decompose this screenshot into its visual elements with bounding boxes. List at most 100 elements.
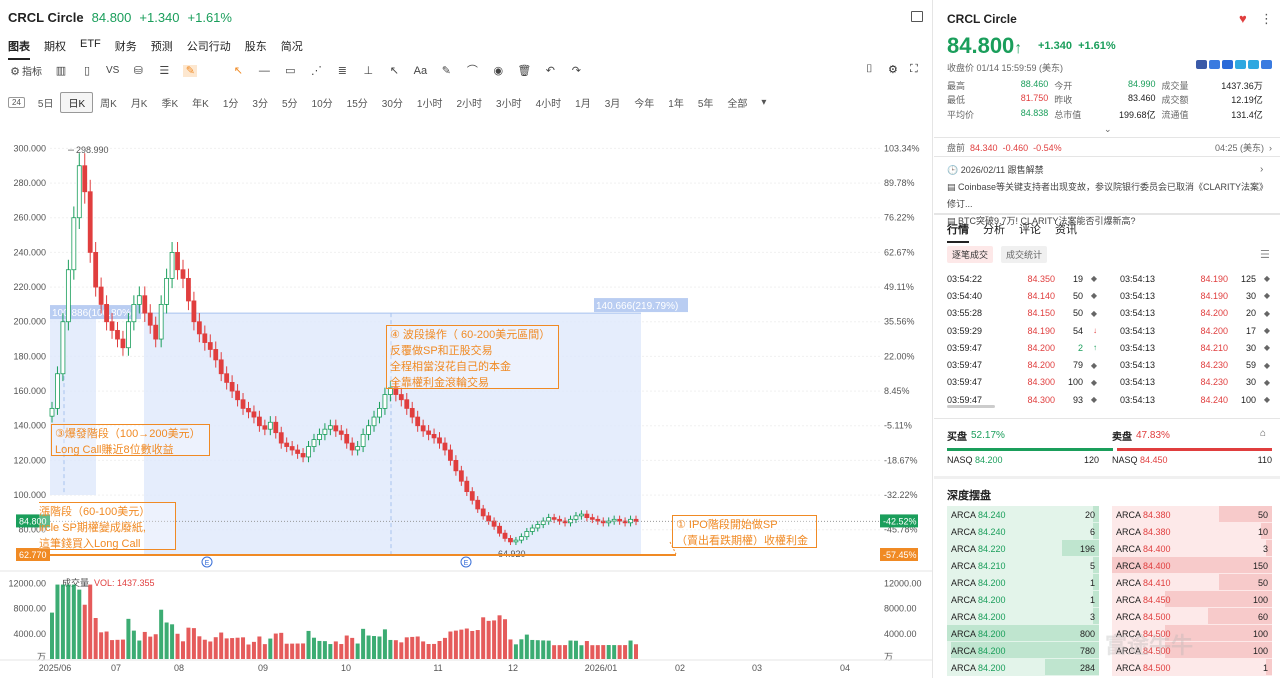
quote-tab-3[interactable]: 资讯 bbox=[1055, 221, 1077, 243]
period-2[interactable]: 周K bbox=[93, 93, 124, 112]
settings-icon[interactable]: ⚙ bbox=[888, 63, 898, 76]
line-type-icon[interactable]: ▯ bbox=[80, 65, 94, 77]
arrow-tool-icon[interactable]: ↖ bbox=[387, 65, 401, 77]
depth-row: ARCA 84.380 50 bbox=[1112, 506, 1272, 523]
volume-bar bbox=[355, 643, 360, 659]
news-item[interactable]: ▤ Coinbase等关键支持者出现变故，参议院银行委员会已取消《CLARITY… bbox=[947, 179, 1272, 213]
tab-6[interactable]: 股东 bbox=[245, 38, 267, 60]
period-1[interactable]: 日K bbox=[60, 92, 94, 113]
bank-icon[interactable]: ⌂ bbox=[1260, 428, 1266, 439]
period-12[interactable]: 1小时 bbox=[410, 93, 450, 112]
period-14[interactable]: 3小时 bbox=[489, 93, 529, 112]
tab-2[interactable]: ETF bbox=[80, 38, 101, 60]
period-11[interactable]: 30分 bbox=[375, 93, 410, 112]
quote-tab-0[interactable]: 行情 bbox=[947, 221, 969, 243]
watermark-logo: 富途牛牛 bbox=[1105, 633, 1194, 658]
wave-tool-icon[interactable]: ⋰ bbox=[309, 65, 323, 77]
trash-icon[interactable]: 🗑 bbox=[517, 65, 531, 77]
tab-tick-trades[interactable]: 逐笔成交 bbox=[947, 246, 994, 263]
annotation-box-2[interactable]: 漲階段（60-100美元） ircle SP期權變成廢紙, 這筆錢買入Long Ca… bbox=[39, 502, 176, 550]
period-5[interactable]: 年K bbox=[185, 93, 216, 112]
period-10[interactable]: 15分 bbox=[340, 93, 375, 112]
tab-5[interactable]: 公司行动 bbox=[187, 38, 231, 60]
brush-tool-icon[interactable]: ✎ bbox=[439, 65, 453, 77]
current-pct-label: -42.52% bbox=[883, 516, 917, 526]
period-13[interactable]: 2小时 bbox=[449, 93, 489, 112]
fullscreen-icon[interactable]: ⛶ bbox=[910, 63, 918, 76]
volume-bar bbox=[350, 637, 355, 659]
period-17[interactable]: 3月 bbox=[598, 93, 628, 112]
depth-row: ARCA 84.200 1 bbox=[947, 574, 1099, 591]
indicator-button[interactable]: ⚙ 指标 bbox=[8, 63, 42, 78]
heart-icon[interactable]: ♥ bbox=[1239, 11, 1247, 26]
candlestick-chart[interactable]: 300.000 103.34% 280.000 89.78% 260.000 76.22%… bbox=[0, 114, 933, 678]
tab-3[interactable]: 财务 bbox=[115, 38, 137, 60]
tab-4[interactable]: 预测 bbox=[151, 38, 173, 60]
candle bbox=[186, 268, 191, 311]
candle bbox=[175, 242, 180, 280]
neutral-diamond-icon: ◆ bbox=[1090, 360, 1097, 370]
annotation-box-3[interactable]: ③爆發階段（100→200美元） Long Call賺近8位數收益 bbox=[51, 424, 210, 456]
fib-tool-icon[interactable]: ≣ bbox=[335, 65, 349, 77]
redo-icon[interactable]: ↷ bbox=[569, 65, 583, 77]
rect-tool-icon[interactable]: ▭ bbox=[283, 65, 297, 77]
period-15[interactable]: 4小时 bbox=[529, 93, 569, 112]
compare-icon[interactable]: ⛁ bbox=[131, 65, 145, 77]
tab-0[interactable]: 图表 bbox=[8, 38, 30, 60]
news-item[interactable]: 🕒 2026/02/11 跟售解禁 bbox=[947, 162, 1272, 179]
period-8[interactable]: 5分 bbox=[275, 93, 305, 112]
period-21[interactable]: 全部 bbox=[720, 93, 754, 112]
period-6[interactable]: 1分 bbox=[216, 93, 246, 112]
volume-bar bbox=[170, 624, 175, 659]
tab-7[interactable]: 简况 bbox=[281, 38, 303, 60]
period-4[interactable]: 季K bbox=[154, 93, 185, 112]
expand-chevron-icon[interactable]: ⌄ bbox=[1104, 124, 1112, 135]
brush-icon[interactable]: ✎ bbox=[183, 64, 198, 77]
volume-bar bbox=[191, 628, 196, 659]
period-0[interactable]: 5日 bbox=[31, 93, 61, 112]
period-badge[interactable]: 24 bbox=[8, 97, 25, 108]
menu-icon[interactable]: ☰ bbox=[1260, 248, 1270, 261]
vs-button[interactable]: VS bbox=[106, 65, 119, 76]
candle bbox=[164, 268, 170, 314]
volume-bar bbox=[301, 643, 306, 659]
tick-scrollbar[interactable] bbox=[947, 405, 995, 408]
earnings-event-marker[interactable]: E bbox=[201, 556, 213, 568]
period-dropdown-icon[interactable]: ▾ bbox=[754, 95, 773, 110]
quote-tab-2[interactable]: 评论 bbox=[1019, 221, 1041, 243]
magnet-icon[interactable]: ⌒ bbox=[465, 65, 479, 77]
volume-bar bbox=[595, 645, 600, 659]
annotation-box-4[interactable]: ④ 波段操作（ 60-200美元區間） 反覆做SP和正股交易 全程相當沒花自己的本金… bbox=[386, 325, 559, 389]
measure-tool-icon[interactable]: ⊥ bbox=[361, 65, 375, 77]
cursor-icon[interactable]: ↖ bbox=[231, 65, 245, 77]
period-9[interactable]: 10分 bbox=[305, 93, 340, 112]
annotation-box-1[interactable]: ① IPO階段開始做SP （賣出看跌期權）收權利金 bbox=[672, 515, 817, 548]
news-chevron-icon[interactable]: › bbox=[1260, 164, 1263, 175]
undo-icon[interactable]: ↶ bbox=[543, 65, 557, 77]
period-7[interactable]: 3分 bbox=[245, 93, 275, 112]
text-tool-icon[interactable]: Aa bbox=[413, 65, 427, 77]
period-16[interactable]: 1月 bbox=[568, 93, 598, 112]
period-19[interactable]: 1年 bbox=[661, 93, 691, 112]
eye-icon[interactable]: ◉ bbox=[491, 65, 505, 77]
volume-bar bbox=[55, 584, 60, 659]
volume-bar bbox=[268, 638, 273, 659]
period-20[interactable]: 5年 bbox=[691, 93, 721, 112]
quote-tab-1[interactable]: 分析 bbox=[983, 221, 1005, 243]
tab-1[interactable]: 期权 bbox=[44, 38, 66, 60]
camera-icon[interactable]: ⌷ bbox=[866, 63, 873, 76]
earnings-event-marker[interactable]: E bbox=[460, 556, 472, 568]
volume-bar bbox=[120, 639, 125, 659]
line-tool-icon[interactable]: ― bbox=[257, 65, 271, 77]
tab-trade-stats[interactable]: 成交统计 bbox=[1001, 246, 1048, 263]
period-18[interactable]: 今年 bbox=[627, 93, 661, 112]
expand-icon[interactable] bbox=[911, 11, 923, 22]
list-icon[interactable]: ☰ bbox=[157, 65, 171, 77]
volume-bar bbox=[224, 638, 229, 659]
chevron-right-icon[interactable]: › bbox=[1269, 143, 1272, 153]
volume-bar bbox=[213, 637, 218, 659]
more-icon[interactable]: ⋮ bbox=[1260, 11, 1273, 27]
period-3[interactable]: 月K bbox=[124, 93, 155, 112]
chart-icon bbox=[1209, 60, 1220, 69]
candle-type-icon[interactable]: ▥ bbox=[54, 65, 68, 77]
